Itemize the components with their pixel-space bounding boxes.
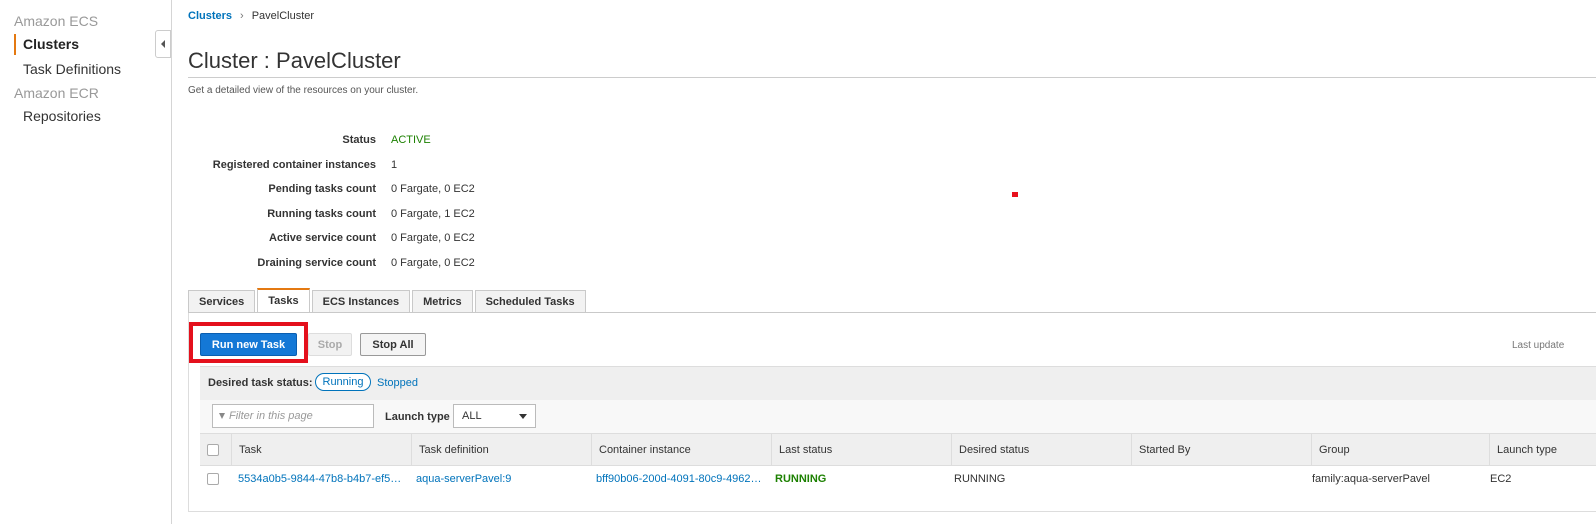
summary-value-draining-service: 0 Fargate, 0 EC2 [391,257,475,269]
last-status-value: RUNNING [775,473,827,485]
active-indicator [14,34,16,55]
table-header: Task Task definition Container instance … [200,433,1596,466]
summary-label-registered: Registered container instances [212,159,376,171]
chevron-left-icon [161,40,165,48]
tab-services[interactable]: Services [188,290,256,312]
summary-value-pending: 0 Fargate, 0 EC2 [391,183,475,195]
tab-ecs-instances[interactable]: ECS Instances [311,290,411,312]
summary-value-running: 0 Fargate, 1 EC2 [391,208,475,220]
launch-type-label: Launch type [385,411,450,423]
stop-button[interactable]: Stop [308,333,352,356]
sidebar-item-clusters[interactable]: Clusters [23,36,79,52]
sidebar-section-ecr: Amazon ECR [14,85,99,101]
breadcrumb: Clusters › PavelCluster [188,10,314,22]
col-started-by[interactable]: Started By [1131,434,1311,465]
summary-label-active-service: Active service count [269,232,376,244]
breadcrumb-separator: › [240,10,244,22]
breadcrumb-clusters-link[interactable]: Clusters [188,10,232,22]
sidebar-item-task-definitions[interactable]: Task Definitions [23,61,121,77]
filter-placeholder: Filter in this page [229,410,313,422]
col-container-instance[interactable]: Container instance [591,434,771,465]
page-title: Cluster : PavelCluster [188,48,401,73]
summary-label-pending: Pending tasks count [268,183,376,195]
desired-status-label: Desired task status: [208,377,313,389]
col-group[interactable]: Group [1311,434,1489,465]
col-desired-status[interactable]: Desired status [951,434,1131,465]
summary-value-active-service: 0 Fargate, 0 EC2 [391,232,475,244]
cursor-marker [1012,192,1018,197]
sidebar-collapse-button[interactable] [155,30,171,58]
desired-status-value: RUNNING [954,473,1006,485]
summary-value-status: ACTIVE [391,134,431,146]
status-stopped-toggle[interactable]: Stopped [377,377,418,389]
breadcrumb-current: PavelCluster [251,10,315,22]
summary-label-draining-service: Draining service count [257,257,376,269]
launch-type-select[interactable]: ALL [453,404,536,428]
sidebar-section-ecs: Amazon ECS [14,13,99,29]
cluster-tabs: Services Tasks ECS Instances Metrics Sch… [188,288,586,312]
summary-label-status: Status [342,134,376,146]
col-last-status[interactable]: Last status [771,434,951,465]
stop-all-button[interactable]: Stop All [360,333,426,356]
col-task[interactable]: Task [231,434,411,465]
select-all-checkbox[interactable] [207,444,219,456]
container-instance-link[interactable]: bff90b06-200d-4091-80c9-4962… [596,473,762,485]
filter-icon [219,413,225,419]
col-launch-type[interactable]: Launch type [1489,434,1596,465]
page-subtitle: Get a detailed view of the resources on … [188,85,419,96]
task-definition-link[interactable]: aqua-serverPavel:9 [416,473,511,485]
status-running-toggle[interactable]: Running [315,373,371,391]
summary-value-registered: 1 [391,159,398,171]
highlight-box [189,322,308,363]
sidebar: Amazon ECS Clusters Task Definitions Ama… [0,0,172,524]
chevron-down-icon [519,414,527,419]
title-divider [188,77,1596,78]
group-value: family:aqua-serverPavel [1312,473,1430,485]
sidebar-item-repositories[interactable]: Repositories [23,108,101,124]
tab-scheduled-tasks[interactable]: Scheduled Tasks [474,290,586,312]
col-task-definition[interactable]: Task definition [411,434,591,465]
tab-tasks[interactable]: Tasks [257,288,310,312]
task-id-link[interactable]: 5534a0b5-9844-47b8-b4b7-ef5… [238,473,401,485]
summary-label-running: Running tasks count [267,208,376,220]
tab-metrics[interactable]: Metrics [412,290,473,312]
launch-type-value: ALL [462,410,482,422]
row-checkbox[interactable] [207,473,219,485]
filter-input[interactable]: Filter in this page [212,404,374,428]
last-update-text: Last update [1512,340,1565,351]
launch-type-cell: EC2 [1490,473,1512,485]
